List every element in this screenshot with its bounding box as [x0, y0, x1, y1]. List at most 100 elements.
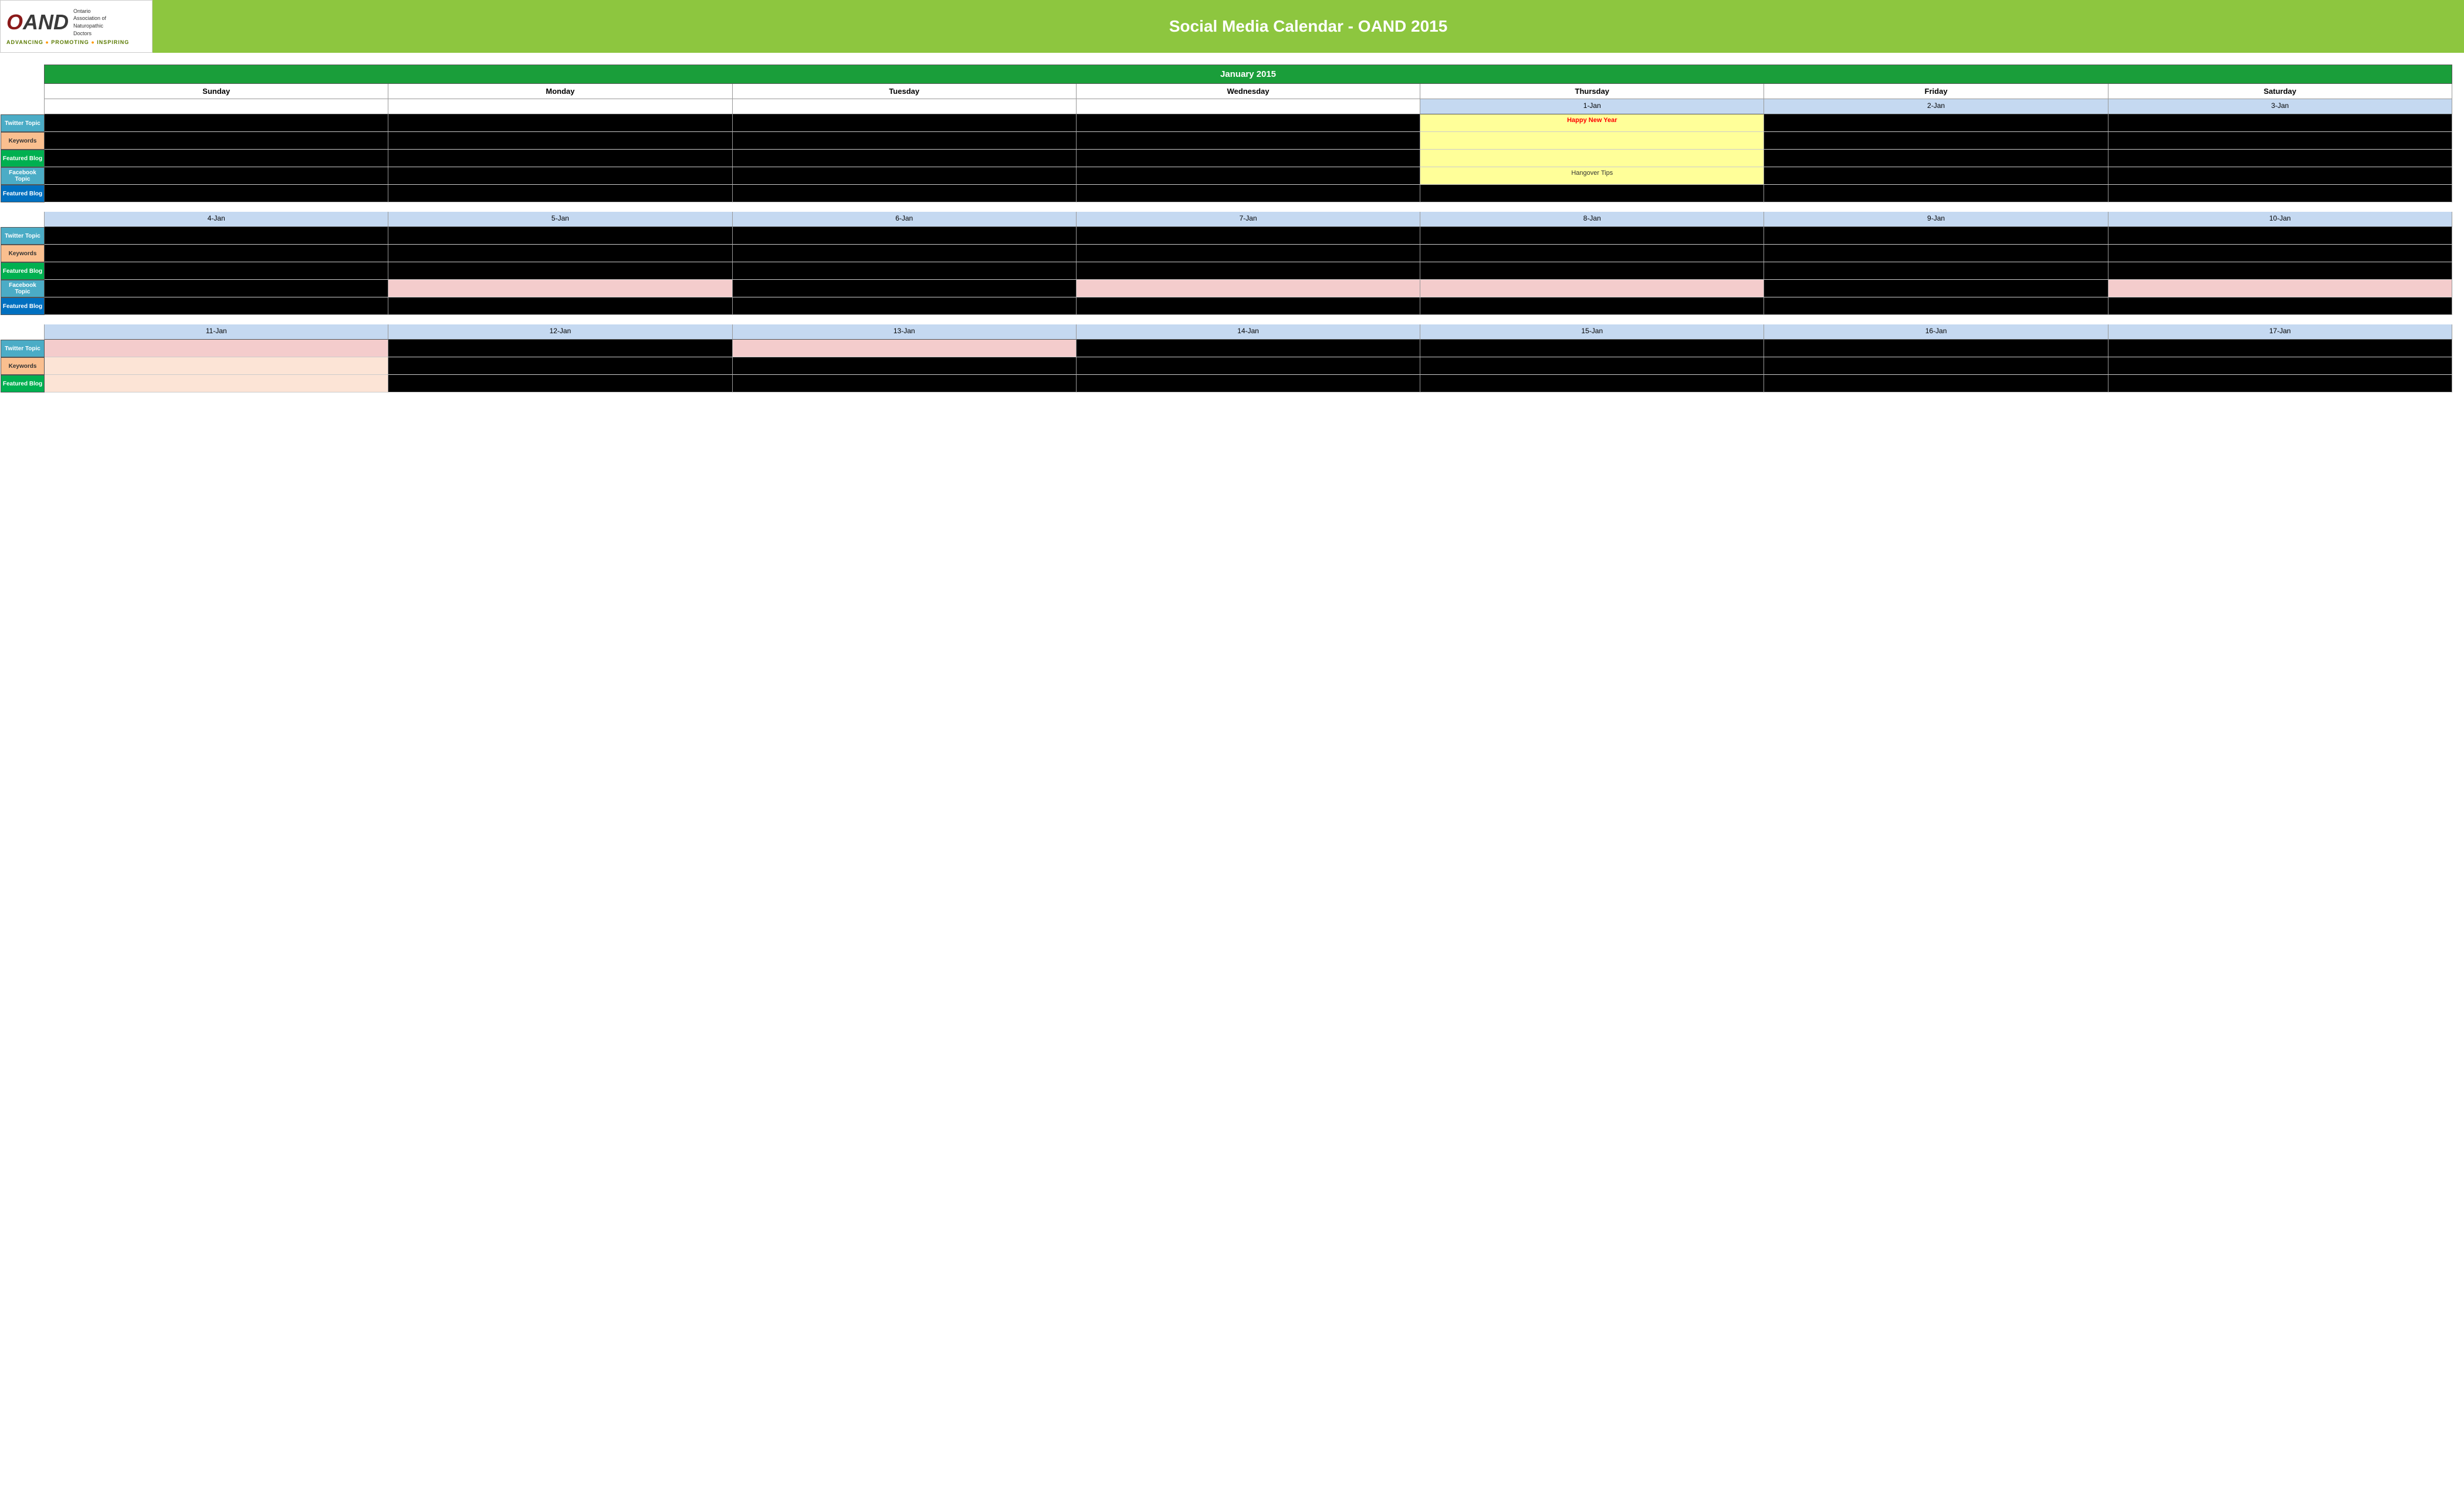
- cell: [1764, 167, 2108, 185]
- cell: [2108, 357, 2452, 375]
- cell: [1420, 262, 1764, 280]
- cell: [388, 357, 732, 375]
- week3-twitter-row: Twitter Topic: [44, 340, 2452, 357]
- week3-keywords-row: Keywords: [44, 357, 2452, 375]
- cell: [2108, 132, 2452, 150]
- logo-o: O: [6, 12, 23, 33]
- cell: [45, 357, 388, 375]
- cell: [1420, 357, 1764, 375]
- week1-keywords-row: Keywords: [44, 132, 2452, 150]
- cell: [2108, 185, 2452, 202]
- cell: [388, 340, 732, 357]
- logo-text: Ontario Association of Naturopathic Doct…: [73, 8, 106, 37]
- date-cell: 6-Jan: [733, 212, 1077, 227]
- cell: [2108, 340, 2452, 357]
- date-cell: 8-Jan: [1420, 212, 1764, 227]
- cell: [2108, 375, 2452, 392]
- cell: [1420, 280, 1764, 297]
- cell: [45, 150, 388, 167]
- date-cell: 7-Jan: [1077, 212, 1420, 227]
- cell: [388, 375, 732, 392]
- cell: [45, 132, 388, 150]
- cell: [1420, 132, 1764, 150]
- week2-facebook-row: Facebook Topic: [44, 280, 2452, 297]
- cell: [45, 227, 388, 245]
- cell: [388, 132, 732, 150]
- cell: [45, 167, 388, 185]
- cell: [2108, 167, 2452, 185]
- keyword-cells: [45, 132, 2452, 150]
- week-spacer: [44, 317, 2452, 324]
- cell: [733, 167, 1077, 185]
- facebook-cells: [45, 280, 2452, 297]
- cell: [1077, 375, 1420, 392]
- label-featured-blog: Featured Blog: [1, 262, 45, 280]
- cell-text: Hangover Tips: [1420, 167, 1764, 179]
- date-cell: 10-Jan: [2108, 212, 2452, 227]
- week3-featured-row: Featured Blog: [44, 375, 2452, 392]
- cell: [2108, 114, 2452, 132]
- label-twitter-topic: Twitter Topic: [1, 227, 45, 245]
- cell: [733, 114, 1077, 132]
- week1-featured-blue-row: Featured Blog: [44, 185, 2452, 202]
- calendar: January 2015 Sunday Monday Tuesday Wedne…: [44, 65, 2452, 392]
- cell: [1077, 357, 1420, 375]
- label-featured-blog-blue: Featured Blog: [1, 185, 45, 202]
- date-cell: 1-Jan: [1420, 99, 1764, 114]
- cell: [1077, 280, 1420, 297]
- date-cell: 2-Jan: [1764, 99, 2108, 114]
- cell: [1077, 132, 1420, 150]
- day-thursday: Thursday: [1420, 84, 1764, 99]
- cell: [388, 150, 732, 167]
- cell: [1077, 150, 1420, 167]
- cell: [1077, 297, 1420, 315]
- cell: [1764, 245, 2108, 262]
- date-cell: [45, 99, 388, 114]
- cell: [1077, 114, 1420, 132]
- featured-blue-cells: [45, 185, 2452, 202]
- cell: [1077, 227, 1420, 245]
- week1-twitter-row: Twitter Topic Happy New Year: [44, 114, 2452, 132]
- date-cell: 11-Jan: [45, 324, 388, 340]
- cell: [1764, 357, 2108, 375]
- week-spacer: [44, 205, 2452, 212]
- cell: Happy New Year: [1420, 114, 1764, 132]
- cell: [45, 340, 388, 357]
- month-header: January 2015: [44, 65, 2452, 84]
- logo-tagline: ADVANCING ● PROMOTING ● INSPIRING: [6, 39, 146, 45]
- logo: O AND Ontario Association of Naturopathi…: [6, 8, 146, 37]
- cell: [388, 185, 732, 202]
- twitter-cells: [45, 227, 2452, 245]
- day-headers: Sunday Monday Tuesday Wednesday Thursday…: [44, 84, 2452, 99]
- cell: [1764, 297, 2108, 315]
- cell: [733, 340, 1077, 357]
- main-content: January 2015 Sunday Monday Tuesday Wedne…: [0, 53, 2464, 407]
- cell: [1764, 262, 2108, 280]
- logo-area: O AND Ontario Association of Naturopathi…: [0, 0, 153, 53]
- date-cell: [1077, 99, 1420, 114]
- date-cell: [388, 99, 732, 114]
- cell: [2108, 280, 2452, 297]
- cell: [388, 245, 732, 262]
- cell: [388, 227, 732, 245]
- label-facebook-topic: Facebook Topic: [1, 167, 45, 185]
- cell: [733, 297, 1077, 315]
- date-cell: 12-Jan: [388, 324, 732, 340]
- cell: [388, 167, 732, 185]
- cell: [45, 262, 388, 280]
- week3-date-row: 11-Jan 12-Jan 13-Jan 14-Jan 15-Jan 16-Ja…: [44, 324, 2452, 340]
- twitter-cells: Happy New Year: [45, 114, 2452, 132]
- day-friday: Friday: [1764, 84, 2108, 99]
- cell: [733, 280, 1077, 297]
- cell: [733, 185, 1077, 202]
- cell: Hangover Tips: [1420, 167, 1764, 185]
- cell: [45, 297, 388, 315]
- cell: [1420, 297, 1764, 315]
- cell: [1420, 150, 1764, 167]
- date-cell: 13-Jan: [733, 324, 1077, 340]
- keyword-cells: [45, 357, 2452, 375]
- date-cell: 4-Jan: [45, 212, 388, 227]
- cell: [1077, 262, 1420, 280]
- label-featured-blog-blue: Featured Blog: [1, 297, 45, 315]
- cell: [1764, 150, 2108, 167]
